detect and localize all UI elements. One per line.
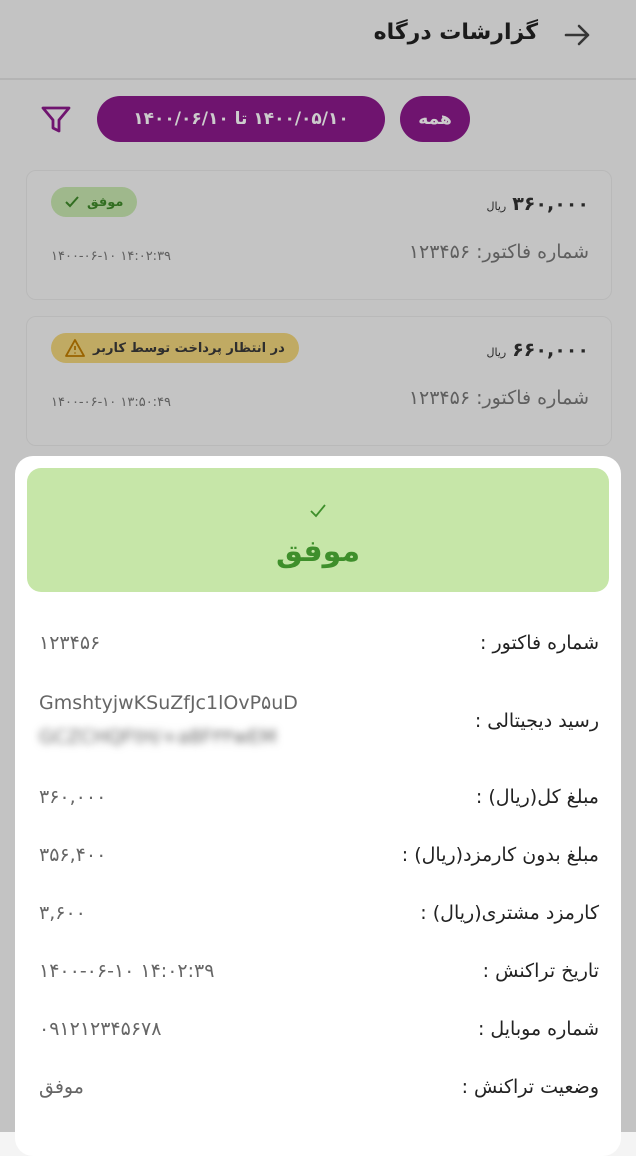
detail-label: شماره موبایل : bbox=[477, 1018, 599, 1040]
detail-value: ۱۲۳۴۵۶ bbox=[39, 632, 101, 654]
detail-value: ۱۴۰۰-۰۶-۱۰ ۱۴:۰۲:۳۹ bbox=[39, 960, 215, 982]
detail-value: ۳۵۶,۴۰۰ bbox=[39, 844, 107, 866]
detail-label: مبلغ کل(ریال) : bbox=[475, 786, 599, 808]
status-banner: موفق bbox=[27, 468, 609, 592]
detail-value-blurred: GCZCHQFtH/+a8F۳۳wEM bbox=[39, 726, 277, 748]
detail-value: ۰۹۱۲۱۲۳۴۵۶۷۸ bbox=[39, 1018, 162, 1040]
detail-label: شماره فاکتور : bbox=[480, 632, 599, 654]
detail-value: ۳۶۰,۰۰۰ bbox=[39, 786, 107, 808]
detail-value: موفق bbox=[39, 1076, 84, 1098]
detail-label: کارمزد مشتری(ریال) : bbox=[420, 902, 599, 924]
detail-label: مبلغ بدون کارمزد(ریال) : bbox=[401, 844, 599, 866]
check-icon bbox=[310, 504, 326, 518]
transaction-detail-sheet: موفق شماره فاکتور : ۱۲۳۴۵۶ رسید دیجیتالی… bbox=[15, 456, 621, 1156]
detail-value: GmshtyjwKSuZfJc1lOvP۵uD bbox=[39, 692, 298, 714]
detail-label: وضعیت تراکنش : bbox=[461, 1076, 599, 1098]
detail-label: تاریخ تراکنش : bbox=[482, 960, 599, 982]
detail-value: ۳,۶۰۰ bbox=[39, 902, 86, 924]
detail-label: رسید دیجیتالی : bbox=[474, 710, 599, 732]
status-title: موفق bbox=[275, 534, 361, 569]
